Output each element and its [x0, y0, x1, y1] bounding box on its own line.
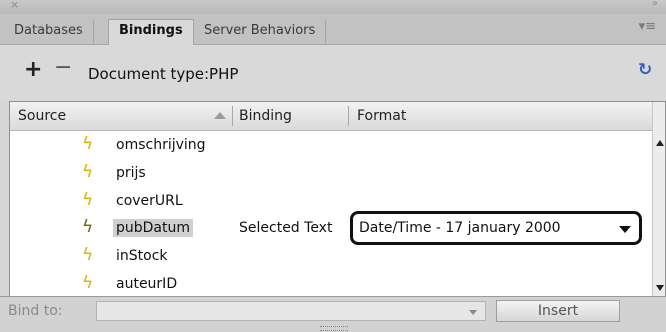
source-field-name: pubDatum: [113, 219, 194, 237]
lightning-bolt-icon: ϟ: [82, 273, 94, 293]
bindings-list: Source Binding Format ϟ omschrijving ϟ p…: [9, 101, 666, 296]
tab-databases[interactable]: Databases: [4, 20, 94, 44]
scroll-down-arrow-icon[interactable]: [656, 285, 664, 291]
source-field-name: prijs: [116, 165, 146, 181]
table-row[interactable]: ϟ inStock: [10, 245, 652, 273]
vertical-scrollbar[interactable]: [652, 102, 665, 296]
table-row[interactable]: ϟ auteurID: [10, 273, 652, 296]
bind-to-bar: Bind to: Insert: [0, 296, 666, 332]
table-row-selected[interactable]: ϟ pubDatum Selected Text Date/Time - 17 …: [10, 211, 652, 245]
resize-grip[interactable]: [320, 326, 348, 331]
document-type-label: Document type:PHP: [88, 65, 239, 83]
format-dropdown-value: Date/Time - 17 january 2000: [359, 220, 561, 236]
bindings-panel: × » Databases Bindings Server Behaviors …: [0, 0, 666, 332]
collapse-icon[interactable]: »: [652, 0, 658, 9]
add-binding-icon[interactable]: +: [24, 57, 42, 82]
refresh-icon[interactable]: ↻: [638, 60, 652, 80]
close-icon[interactable]: ×: [10, 0, 19, 11]
chevron-down-icon[interactable]: [469, 310, 477, 315]
lightning-bolt-icon: ϟ: [82, 217, 94, 237]
binding-value: Selected Text: [239, 220, 333, 236]
sort-ascending-icon[interactable]: [212, 108, 228, 122]
tab-bindings[interactable]: Bindings: [108, 19, 194, 45]
column-divider[interactable]: [348, 106, 349, 126]
column-header-source[interactable]: Source: [18, 108, 66, 124]
scroll-up-arrow-icon[interactable]: [656, 140, 664, 146]
remove-binding-icon[interactable]: −: [54, 55, 72, 80]
table-row[interactable]: ϟ omschrijving: [10, 134, 652, 162]
chevron-down-icon[interactable]: [619, 226, 631, 233]
lightning-bolt-icon: ϟ: [82, 245, 94, 265]
lightning-bolt-icon: ϟ: [82, 162, 94, 182]
source-field-name: coverURL: [116, 193, 183, 209]
source-field-name: omschrijving: [116, 137, 206, 153]
table-row[interactable]: ϟ prijs: [10, 162, 652, 190]
tab-bar: Databases Bindings Server Behaviors ▾≡: [0, 14, 666, 45]
list-header: Source Binding Format: [10, 102, 652, 131]
column-header-binding[interactable]: Binding: [239, 108, 292, 124]
tab-server-behaviors[interactable]: Server Behaviors: [194, 20, 327, 44]
column-divider[interactable]: [232, 106, 233, 126]
lightning-bolt-icon: ϟ: [82, 190, 94, 210]
source-field-name: inStock: [116, 248, 168, 264]
format-dropdown[interactable]: Date/Time - 17 january 2000: [350, 211, 642, 245]
panel-title-bar: × »: [0, 0, 666, 14]
column-header-format[interactable]: Format: [357, 108, 406, 124]
source-field-name: auteurID: [116, 276, 178, 292]
lightning-bolt-icon: ϟ: [82, 134, 94, 154]
bindings-toolbar: + − Document type:PHP ↻: [0, 45, 666, 101]
panel-menu-icon[interactable]: ▾≡: [639, 19, 656, 34]
insert-button[interactable]: Insert: [496, 300, 620, 322]
bind-to-dropdown[interactable]: [96, 301, 486, 321]
bind-to-label: Bind to:: [8, 303, 63, 319]
